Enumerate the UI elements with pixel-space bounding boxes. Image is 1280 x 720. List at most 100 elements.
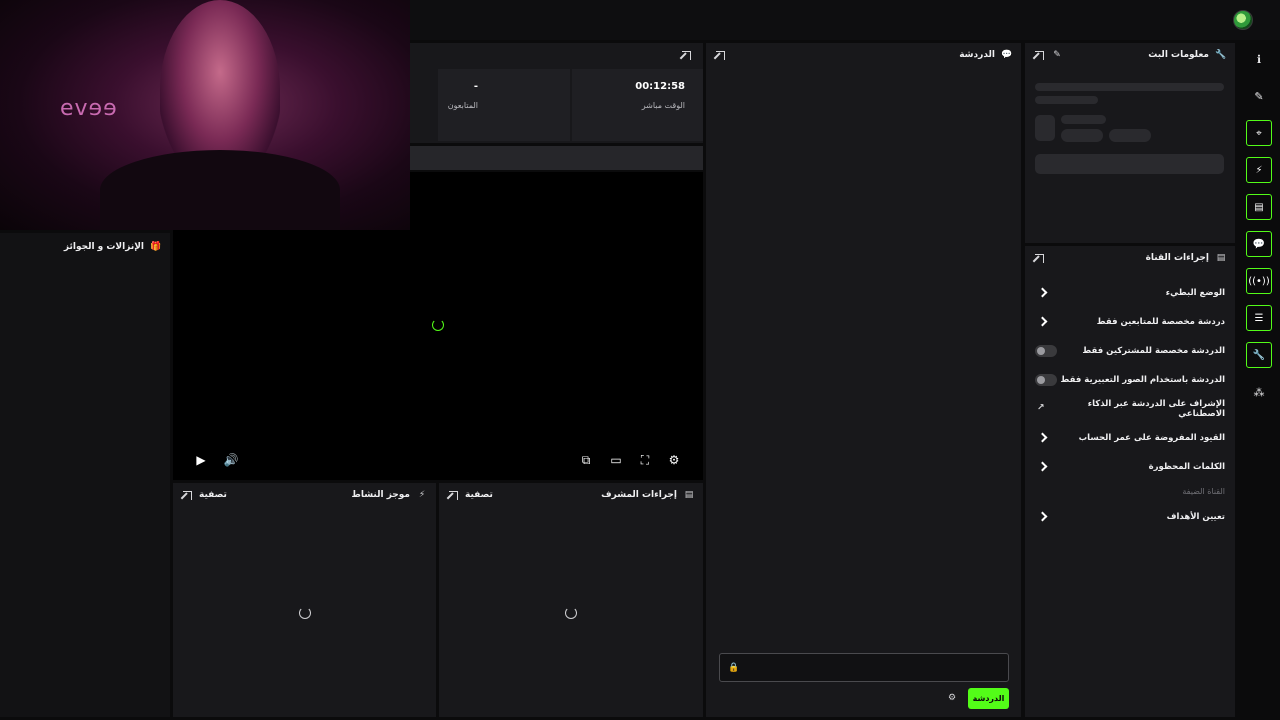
chat-title: الدردشة — [959, 50, 995, 60]
mod-actions-panel: ▤ إجراءات المشرف تصفية — [439, 483, 703, 717]
loading-spinner — [299, 607, 311, 619]
picture-in-picture-icon[interactable]: ⧉ — [578, 452, 594, 468]
viewers-stat: - المتابعون — [438, 69, 570, 141]
server-icon[interactable]: ☰ — [1246, 305, 1272, 331]
skeleton-block — [1035, 154, 1224, 174]
activity-feed-header: ⚡ موجز النشاط تصفية — [173, 483, 436, 507]
stream-stats-panel: 00:12:58 الوقت مباشر - المتابعون — [410, 43, 703, 143]
channel-actions-panel: ▤ إجراءات القناة الوضع البطيء دردشة مخصص… — [1025, 246, 1235, 717]
chevron-right-icon — [1037, 432, 1048, 443]
stream-info-panel: 🔧 معلومات البث ✎ — [1025, 43, 1235, 243]
stream-info-header: 🔧 معلومات البث ✎ — [1025, 43, 1235, 67]
rewards-panel: 🎁 الإنزالات و الجوائز — [0, 233, 170, 717]
action-label: الدردشة مخصصة للمشتركين فقط — [1082, 345, 1225, 356]
chat-send-button[interactable]: الدردشة — [968, 688, 1009, 709]
chat-bubble-icon: 💬 — [1001, 49, 1013, 60]
popout-icon[interactable] — [714, 49, 726, 61]
skeleton-tag — [1109, 129, 1151, 142]
set-goals-row[interactable]: تعيين الأهداف — [1025, 502, 1235, 531]
subscribers-only-row: الدردشة مخصصة للمشتركين فقط — [1025, 336, 1235, 365]
chat-bubble-icon[interactable]: 💬 — [1246, 231, 1272, 257]
play-icon[interactable]: ▶ — [193, 452, 209, 468]
edit-icon[interactable]: ✎ — [1246, 83, 1272, 109]
lightning-icon: ⚡ — [418, 489, 426, 500]
chevron-right-icon — [1037, 511, 1048, 522]
scan-icon[interactable]: ⌖ — [1246, 120, 1272, 146]
uptime-label: الوقت مباشر — [641, 101, 685, 110]
skeleton-thumb — [1035, 115, 1055, 141]
wrench-icon[interactable]: 🔧 — [1246, 342, 1272, 368]
popout-icon[interactable] — [181, 489, 193, 501]
account-age-row[interactable]: القيود المفروضة على عمر الحساب — [1025, 423, 1235, 452]
activity-feed-title: موجز النشاط — [351, 490, 410, 500]
skeleton-line — [1035, 96, 1098, 104]
theater-mode-icon[interactable]: ▭ — [608, 452, 624, 468]
broadcast-icon[interactable]: ((•)) — [1246, 268, 1272, 294]
skeleton-line — [1035, 83, 1224, 91]
popout-icon[interactable] — [1033, 252, 1045, 264]
channel-actions-title: إجراءات القناة — [1145, 253, 1209, 263]
info-icon[interactable]: ℹ — [1246, 46, 1272, 72]
chevron-right-icon — [1037, 316, 1048, 327]
rewards-header: 🎁 الإنزالات و الجوائز — [0, 233, 170, 261]
channel-actions-header: ▤ إجراءات القناة — [1025, 246, 1235, 270]
uptime-stat: 00:12:58 الوقت مباشر — [572, 69, 703, 141]
popout-icon[interactable] — [1033, 49, 1045, 61]
mod-actions-title: إجراءات المشرف — [601, 490, 677, 500]
loading-spinner — [432, 319, 444, 331]
settings-icon[interactable]: ⚙ — [666, 452, 682, 468]
section-label: القناة الضيفة — [1182, 487, 1225, 496]
stream-info-title: معلومات البث — [1148, 50, 1209, 60]
mod-actions-header: ▤ إجراءات المشرف تصفية — [439, 483, 703, 507]
document-icon[interactable]: ▤ — [1246, 194, 1272, 220]
subscribers-only-toggle[interactable] — [1035, 344, 1057, 357]
webcam-overlay: evɘɘ — [0, 0, 410, 230]
document-icon: ▤ — [684, 489, 694, 500]
uptime-value: 00:12:58 — [635, 81, 685, 92]
chat-input[interactable]: 🔒 — [719, 653, 1009, 682]
emote-only-toggle[interactable] — [1035, 373, 1057, 386]
rewards-title: الإنزالات و الجوائز — [63, 242, 144, 252]
action-label: الإشراف على الدردشة عبر الذكاء الاصطناعي — [1087, 398, 1225, 419]
action-label: الكلمات المحظورة — [1148, 461, 1225, 472]
lock-icon: 🔒 — [728, 662, 740, 673]
volume-icon[interactable]: 🔊 — [223, 452, 239, 468]
edit-icon[interactable]: ✎ — [1051, 49, 1063, 61]
skeleton-tag — [1061, 129, 1103, 142]
chat-settings-icon[interactable]: ⚙ — [946, 692, 958, 704]
slow-mode-row[interactable]: الوضع البطيء — [1025, 278, 1235, 307]
action-label: تعيين الأهداف — [1166, 511, 1225, 522]
chevron-right-icon — [1037, 461, 1048, 472]
wrench-icon: 🔧 — [1215, 49, 1227, 60]
emote-only-row: الدردشة باستخدام الصور التعبيرية فقط — [1025, 365, 1235, 394]
mod-filter-button[interactable]: تصفية — [465, 490, 493, 500]
skeleton-line — [1061, 115, 1106, 124]
stream-title-bar — [410, 146, 703, 170]
action-label: القيود المفروضة على عمر الحساب — [1078, 432, 1225, 443]
streamer-shoulders — [100, 150, 340, 230]
action-label: الدردشة باستخدام الصور التعبيرية فقط — [1060, 374, 1225, 385]
activity-filter-button[interactable]: تصفية — [199, 490, 227, 500]
chat-header: 💬 الدردشة — [706, 43, 1021, 67]
action-label: دردشة مخصصة للمتابعين فقط — [1096, 316, 1225, 327]
popout-icon[interactable] — [447, 489, 459, 501]
external-link-icon: ↗ — [1036, 403, 1045, 413]
lightning-icon[interactable]: ⚡ — [1246, 157, 1272, 183]
viewers-value: - — [473, 81, 478, 92]
ai-moderation-row[interactable]: الإشراف على الدردشة عبر الذكاء الاصطناعي… — [1025, 394, 1235, 423]
followers-only-row[interactable]: دردشة مخصصة للمتابعين فقط — [1025, 307, 1235, 336]
popout-icon[interactable] — [682, 51, 691, 60]
chevron-right-icon — [1037, 287, 1048, 298]
viewers-label: المتابعون — [447, 101, 478, 110]
server-icon: ▤ — [1216, 252, 1226, 263]
user-avatar[interactable] — [1233, 10, 1253, 30]
activity-feed-panel: ⚡ موجز النشاط تصفية — [173, 483, 436, 717]
loading-spinner — [565, 607, 577, 619]
shapes-icon[interactable]: ⁂ — [1246, 379, 1272, 405]
right-sidebar: ℹ ✎ ⌖ ⚡ ▤ 💬 ((•)) ☰ 🔧 ⁂ — [1245, 46, 1273, 426]
banned-words-row[interactable]: الكلمات المحظورة — [1025, 452, 1235, 481]
action-label: الوضع البطيء — [1165, 287, 1225, 298]
neon-logo: evɘɘ — [60, 96, 118, 121]
chat-panel: 💬 الدردشة 🔒 ⚙ الدردشة — [706, 43, 1021, 717]
fullscreen-icon[interactable]: ⛶ — [637, 452, 653, 468]
